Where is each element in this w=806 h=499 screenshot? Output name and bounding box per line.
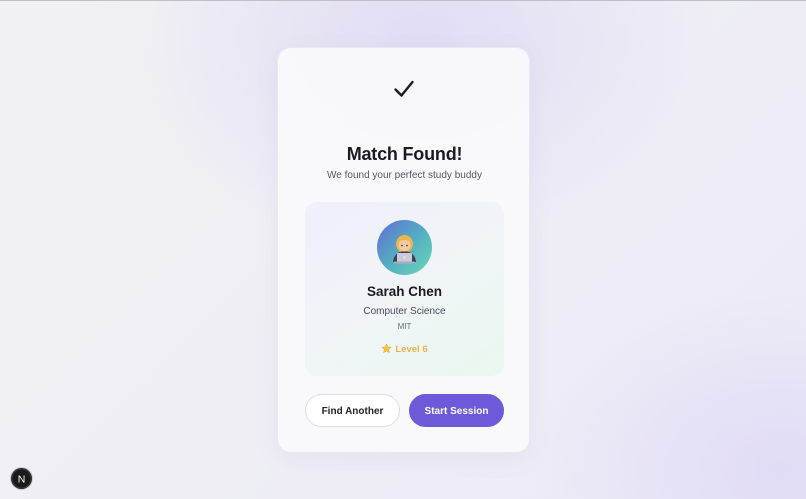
window-top-border bbox=[0, 0, 806, 1]
avatar bbox=[377, 220, 432, 275]
level-label: Level 6 bbox=[395, 344, 428, 355]
profile-major: Computer Science bbox=[363, 306, 446, 317]
profile-name: Sarah Chen bbox=[366, 284, 443, 299]
nextjs-icon: N bbox=[11, 468, 32, 489]
page-subtitle: We found your perfect study buddy bbox=[327, 170, 482, 181]
profile-card: Sarah Chen Computer Science MIT Level 6 bbox=[305, 202, 504, 376]
checkmark-icon bbox=[393, 79, 415, 99]
profile-school: MIT bbox=[397, 322, 412, 331]
page-title: Match Found! bbox=[346, 144, 463, 164]
star-icon bbox=[381, 343, 392, 354]
person-with-laptop-icon bbox=[393, 235, 416, 264]
start-session-button[interactable]: Start Session bbox=[409, 394, 504, 427]
match-card: Match Found! We found your perfect study… bbox=[277, 47, 530, 453]
nextjs-dev-badge[interactable]: N bbox=[11, 468, 32, 489]
level-badge: Level 6 bbox=[305, 343, 504, 355]
find-another-button[interactable]: Find Another bbox=[305, 394, 400, 427]
nextjs-letter: N bbox=[18, 473, 26, 485]
